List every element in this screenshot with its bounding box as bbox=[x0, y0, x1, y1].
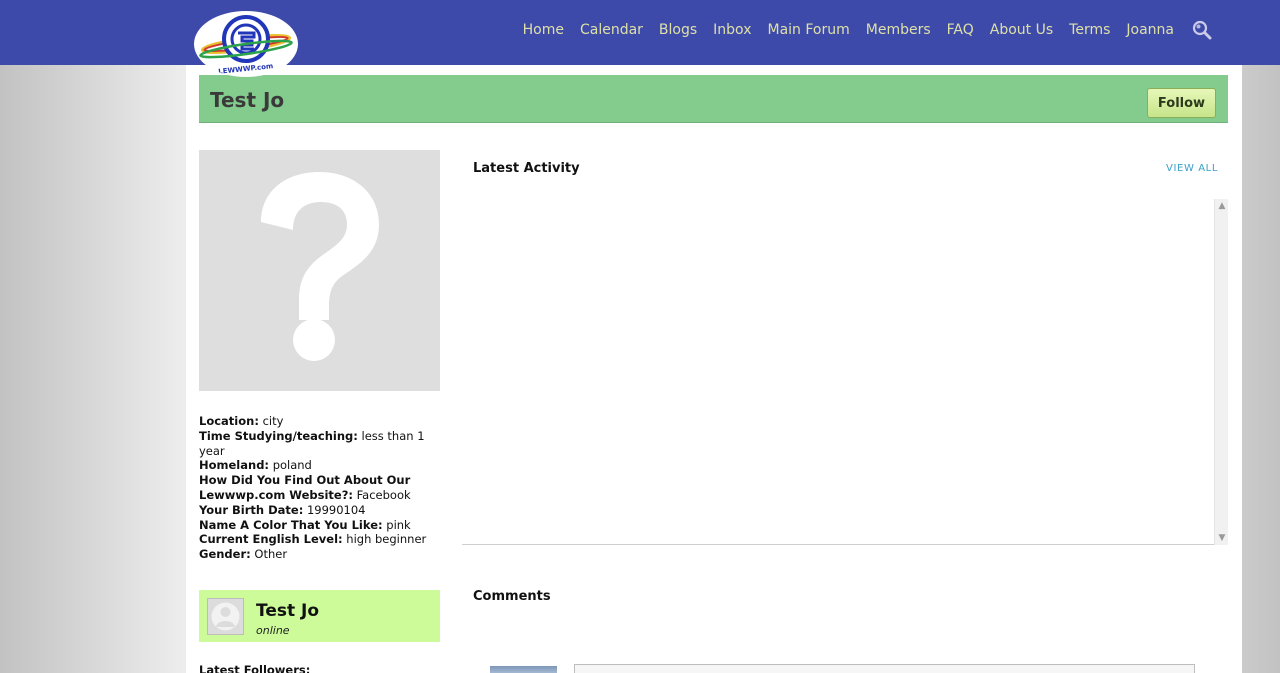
avatar[interactable] bbox=[207, 598, 244, 635]
profile-page: Test Jo Follow Location: city Time Study… bbox=[186, 65, 1242, 673]
nav-blogs[interactable]: Blogs bbox=[659, 22, 697, 38]
detail-english-level: Current English Level: high beginner bbox=[199, 532, 427, 547]
online-user-name[interactable]: Test Jo bbox=[256, 601, 319, 621]
detail-location: Location: city bbox=[199, 414, 284, 428]
detail-time-studying: Time Studying/teaching: less than 1 year bbox=[199, 428, 425, 458]
nav-terms[interactable]: Terms bbox=[1069, 22, 1110, 38]
activity-feed[interactable]: ▲ ▼ bbox=[462, 199, 1228, 545]
detail-birth-date: Your Birth Date: 19990104 bbox=[199, 502, 366, 517]
view-all-link[interactable]: VIEW ALL bbox=[1166, 163, 1218, 174]
nav-members[interactable]: Members bbox=[866, 22, 931, 38]
nav-home[interactable]: Home bbox=[523, 22, 564, 38]
nav-calendar[interactable]: Calendar bbox=[580, 22, 643, 38]
online-status-card: Test Jo online bbox=[199, 590, 440, 642]
follow-button[interactable]: Follow bbox=[1147, 88, 1216, 118]
profile-header: Test Jo Follow bbox=[199, 75, 1228, 123]
nav-user-account[interactable]: Joanna bbox=[1126, 22, 1174, 38]
logo-text: LEWWWP.com bbox=[218, 62, 274, 76]
profile-details: Location: city Time Studying/teaching: l… bbox=[199, 414, 439, 562]
detail-gender: Gender: Other bbox=[199, 547, 288, 562]
profile-title: Test Jo bbox=[210, 88, 285, 112]
nav-faq[interactable]: FAQ bbox=[947, 22, 974, 38]
nav-about-us[interactable]: About Us bbox=[990, 22, 1053, 38]
profile-avatar bbox=[199, 150, 440, 391]
top-navigation-bar: Home Calendar Blogs Inbox Main Forum Mem… bbox=[0, 0, 1280, 65]
comments-heading: Comments bbox=[473, 589, 551, 604]
nav-inbox[interactable]: Inbox bbox=[713, 22, 751, 38]
online-status-text: online bbox=[256, 624, 290, 637]
question-mark-icon bbox=[261, 172, 379, 361]
site-logo[interactable]: LEWWWP.com bbox=[194, 11, 298, 77]
main-nav: Home Calendar Blogs Inbox Main Forum Mem… bbox=[507, 18, 1212, 42]
detail-favorite-color: Name A Color That You Like: pink bbox=[199, 517, 411, 532]
latest-followers-heading: Latest Followers: bbox=[199, 663, 311, 673]
comment-input[interactable] bbox=[574, 664, 1195, 673]
scroll-up-icon[interactable]: ▲ bbox=[1215, 199, 1229, 213]
nav-main-forum[interactable]: Main Forum bbox=[767, 22, 849, 38]
commenter-avatar[interactable] bbox=[490, 666, 557, 673]
search-icon[interactable] bbox=[1192, 20, 1212, 40]
detail-referral: How Did You Find Out About Our Lewwwp.co… bbox=[199, 473, 411, 502]
latest-activity-heading: Latest Activity bbox=[473, 161, 580, 176]
detail-homeland: Homeland: poland bbox=[199, 458, 312, 473]
scroll-down-icon[interactable]: ▼ bbox=[1215, 531, 1229, 545]
user-icon bbox=[211, 602, 240, 631]
activity-scrollbar[interactable]: ▲ ▼ bbox=[1214, 199, 1228, 545]
